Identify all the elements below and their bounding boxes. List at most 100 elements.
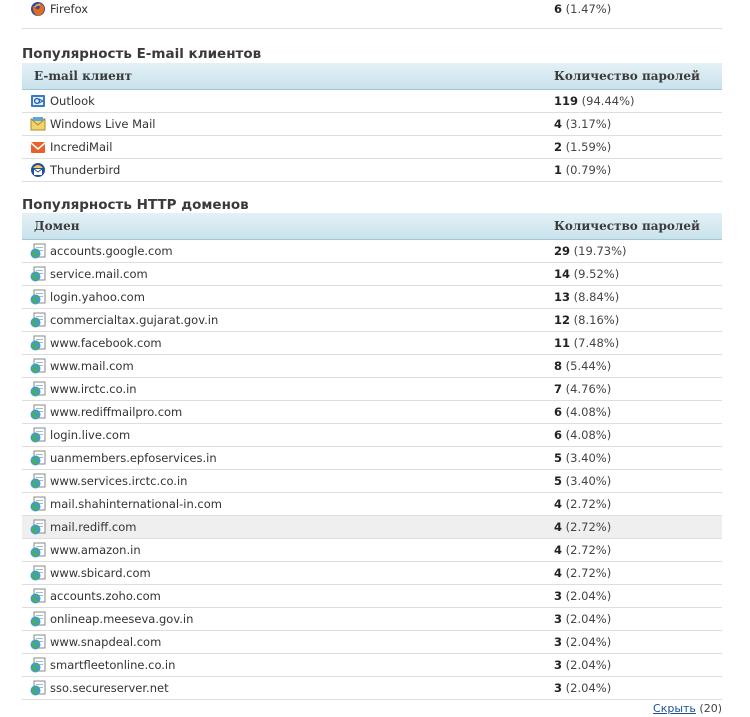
domain-name: www.services.irctc.co.in [50,474,188,488]
browser-row: Firefox 6 (1.47%) [22,0,722,27]
password-count: 3 [554,589,563,603]
email-client-count-cell: 1 (0.79%) [554,158,722,182]
domain-count-cell: 5 (3.40%) [554,469,722,493]
domain-row: mail.shahinternational-in.com 4 (2.72%) [22,492,722,516]
password-count: 4 [554,117,563,131]
globe-page-icon [30,381,46,397]
domain-name: www.mail.com [50,359,134,373]
domain-row: www.rediffmailpro.com 6 (4.08%) [22,400,722,424]
domain-name: login.live.com [50,428,131,442]
domain-name: uanmembers.epfoservices.in [50,451,217,465]
password-percent: (2.04%) [562,658,612,672]
password-percent: (9.52%) [570,267,620,281]
password-count: 6 [554,428,563,442]
domain-name-cell: uanmembers.epfoservices.in [22,446,554,470]
email-client-count-cell: 119 (94.44%) [554,89,722,113]
domain-row: www.sbicard.com 4 (2.72%) [22,561,722,585]
globe-page-icon [30,680,46,696]
row-count: (20) [699,702,722,715]
domain-name-cell: accounts.zoho.com [22,584,554,608]
domain-name-cell: smartfleetonline.co.in [22,653,554,677]
domain-count-cell: 6 (4.08%) [554,400,722,424]
password-count: 4 [554,497,563,511]
password-count: 3 [554,612,563,626]
domain-name-cell: www.facebook.com [22,331,554,355]
col-password-count[interactable]: Количество паролей [554,63,722,90]
domain-row: login.yahoo.com 13 (8.84%) [22,285,722,309]
password-percent: (94.44%) [578,94,635,108]
globe-page-icon [30,473,46,489]
domain-row: www.facebook.com 11 (7.48%) [22,331,722,355]
password-percent: (1.59%) [562,140,612,154]
domain-row: mail.rediff.com 4 (2.72%) [22,515,722,539]
password-count: 5 [554,451,563,465]
firefox-icon [30,1,46,17]
email-client-count-cell: 2 (1.59%) [554,135,722,159]
domain-name: www.rediffmailpro.com [50,405,183,419]
password-count: 3 [554,635,563,649]
col-domain[interactable]: Домен [22,213,554,240]
globe-page-icon [30,634,46,650]
globe-page-icon [30,289,46,305]
globe-page-icon [30,266,46,282]
domain-name-cell: www.mail.com [22,354,554,378]
domain-name: accounts.google.com [50,244,173,258]
domain-count-cell: 6 (4.08%) [554,423,722,447]
password-percent: (3.17%) [562,117,612,131]
password-count: 3 [554,658,563,672]
email-client-name: IncrediMail [50,140,113,154]
http-table-wrap: Домен Количество паролей accounts.google… [22,213,722,700]
domain-row: www.snapdeal.com 3 (2.04%) [22,630,722,654]
email-clients-table: E-mail клиент Количество паролей Outlook… [22,63,722,182]
domain-count-cell: 4 (2.72%) [554,561,722,585]
domain-name-cell: mail.rediff.com [22,515,554,539]
globe-page-icon [30,657,46,673]
domain-name: www.amazon.in [50,543,141,557]
globe-page-icon [30,335,46,351]
password-count: 13 [554,290,571,304]
domain-name-cell: www.rediffmailpro.com [22,400,554,424]
domain-row: service.mail.com 14 (9.52%) [22,262,722,286]
domain-name: www.sbicard.com [50,566,151,580]
domain-count-cell: 5 (3.40%) [554,446,722,470]
email-client-row: Outlook 119 (94.44%) [22,89,722,113]
password-percent: (2.04%) [562,589,612,603]
password-count: 7 [554,382,563,396]
domain-count-cell: 3 (2.04%) [554,630,722,654]
domain-name-cell: accounts.google.com [22,239,554,263]
password-percent: (4.08%) [562,405,612,419]
email-client-row: Thunderbird 1 (0.79%) [22,158,722,182]
domain-name-cell: www.services.irctc.co.in [22,469,554,493]
password-percent: (5.44%) [562,359,612,373]
domain-name-cell: service.mail.com [22,262,554,286]
password-percent: (2.04%) [562,635,612,649]
col-email-client[interactable]: E-mail клиент [22,63,554,90]
email-client-count-cell: 4 (3.17%) [554,112,722,136]
password-count: 1 [554,163,563,177]
hide-link[interactable]: Скрыть [653,702,696,715]
thunderbird-icon [30,162,46,178]
domain-row: commercialtax.gujarat.gov.in 12 (8.16%) [22,308,722,332]
email-section-title: Популярность E-mail клиентов [22,46,262,62]
password-count: 4 [554,566,563,580]
password-count: 4 [554,543,563,557]
domain-name: accounts.zoho.com [50,589,161,603]
globe-page-icon [30,565,46,581]
domain-name-cell: www.amazon.in [22,538,554,562]
outlook-icon [30,93,46,109]
password-count: 12 [554,313,571,327]
domain-row: accounts.zoho.com 3 (2.04%) [22,584,722,608]
http-domains-table: Домен Количество паролей accounts.google… [22,213,722,700]
password-percent: (2.72%) [562,497,612,511]
password-count: 6 [554,405,563,419]
domain-name-cell: www.sbicard.com [22,561,554,585]
password-count: 119 [554,94,579,108]
domain-row: www.amazon.in 4 (2.72%) [22,538,722,562]
col-password-count[interactable]: Количество паролей [554,213,722,240]
domain-name: mail.rediff.com [50,520,137,534]
password-count: 6 [554,2,563,16]
domain-name-cell: onlineap.meeseva.gov.in [22,607,554,631]
domain-row: uanmembers.epfoservices.in 5 (3.40%) [22,446,722,470]
incredimail-icon [30,139,46,155]
password-percent: (4.76%) [562,382,612,396]
